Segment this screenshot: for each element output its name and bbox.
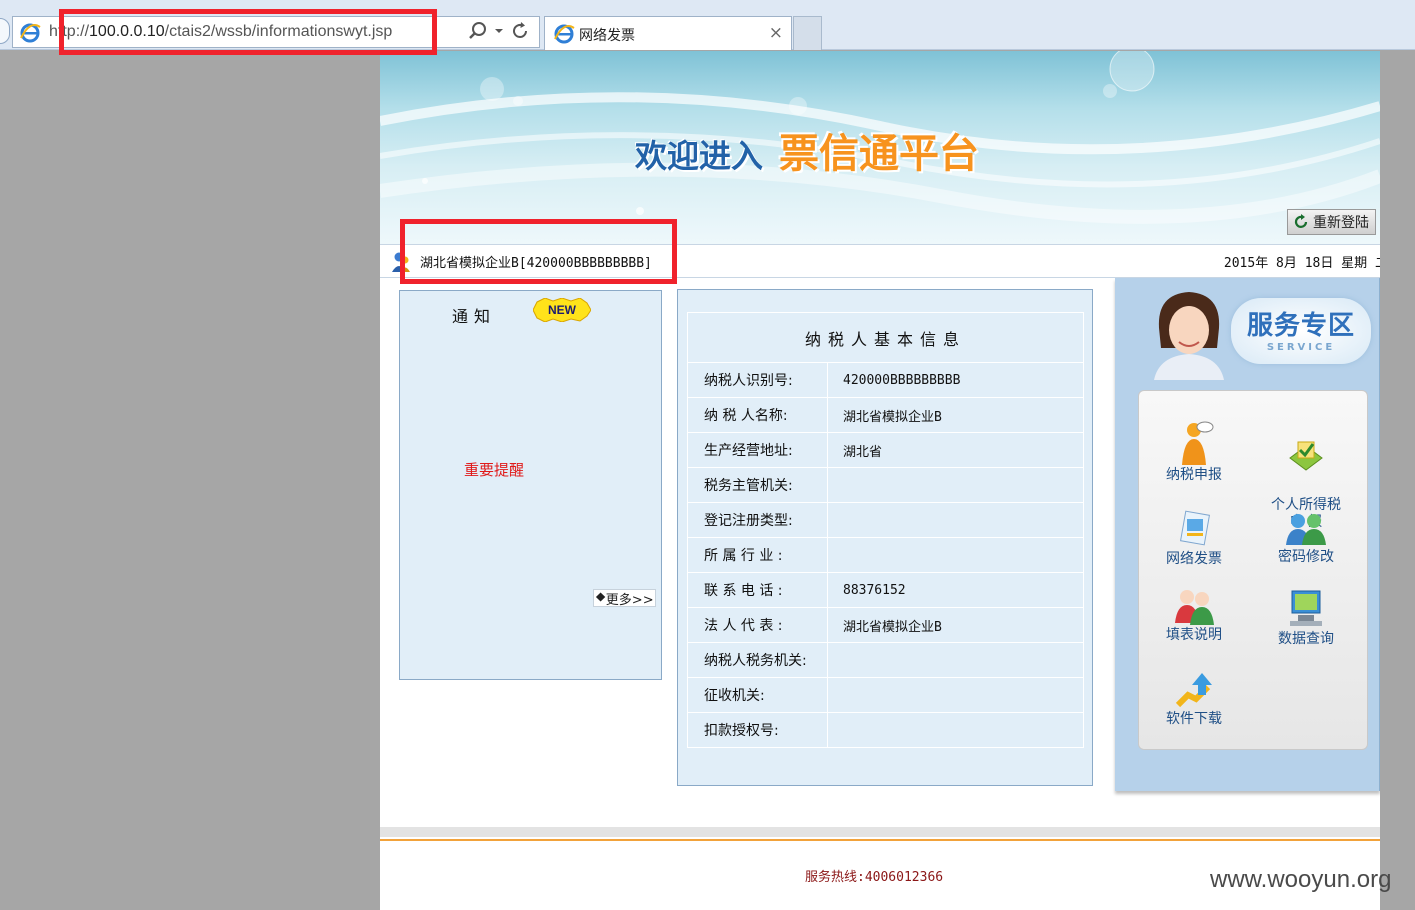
more-label: 更多>> <box>605 592 654 608</box>
table-row: 所 属 行 业 : <box>687 537 1084 573</box>
taxpayer-info-panel: 纳税人基本信息 纳税人识别号: 420000BBBBBBBBB 纳 税 人名称: 湖… <box>677 289 1093 786</box>
field-label: 扣款授权号: <box>687 712 828 748</box>
service-item-software-download[interactable]: 软件下载 <box>1139 669 1249 728</box>
field-value <box>827 712 1084 748</box>
footer-divider <box>380 827 1380 837</box>
person-tax-icon <box>1182 421 1214 465</box>
hotline-label: 服务热线: <box>805 870 865 885</box>
table-row: 纳 税 人名称: 湖北省模拟企业B <box>687 397 1084 433</box>
service-menu: 纳税申报 个人所得税 申 报 网络发票 <box>1138 390 1368 750</box>
banner-title: 欢迎进入 票信通平台 <box>635 121 979 179</box>
service-zone-badge: 服务专区 SERVICE <box>1231 298 1371 364</box>
field-label: 纳税人税务机关: <box>687 642 828 678</box>
invoice-icon <box>1179 510 1211 546</box>
service-item-data-query[interactable]: 数据查询 <box>1251 587 1361 648</box>
field-value <box>827 537 1084 573</box>
field-label: 纳 税 人名称: <box>687 397 828 433</box>
service-hotline: 服务热线:4006012366 <box>805 866 943 885</box>
data-query-icon <box>1290 590 1322 626</box>
field-label: 生产经营地址: <box>687 432 828 468</box>
service-item-label: 纳税申报 <box>1166 467 1222 483</box>
field-label: 登记注册类型: <box>687 502 828 538</box>
field-value: 湖北省模拟企业B <box>827 607 1084 643</box>
field-value <box>827 502 1084 538</box>
taxpayer-info-table: 纳税人基本信息 纳税人识别号: 420000BBBBBBBBB 纳 税 人名称: 湖… <box>687 312 1084 748</box>
field-label: 纳税人识别号: <box>687 362 828 398</box>
service-area: 服务专区 SERVICE 纳税申报 个人所得税 申 报 <box>1115 278 1380 791</box>
table-row: 登记注册类型: <box>687 502 1084 538</box>
current-date: 2015年 8月 18日 星期 二 <box>1223 256 1380 271</box>
service-zone-title: 服务专区 <box>1246 311 1355 341</box>
hotline-number: 4006012366 <box>864 870 944 885</box>
banner-welcome-text: 欢迎进入 <box>635 137 764 175</box>
service-item-label: 网络发票 <box>1166 551 1222 567</box>
banner-platform-text: 票信通平台 <box>779 131 980 177</box>
service-item-label: 软件下载 <box>1166 711 1222 727</box>
new-badge-icon: NEW <box>533 298 591 322</box>
field-value <box>827 677 1084 713</box>
service-zone-subtitle: SERVICE <box>1266 342 1336 353</box>
field-value: 88376152 <box>827 572 1084 608</box>
field-value: 420000BBBBBBBBB <box>827 362 1084 398</box>
field-label: 征收机关: <box>687 677 828 713</box>
table-row: 税务主管机关: <box>687 467 1084 503</box>
new-badge-text: NEW <box>548 303 577 317</box>
service-agent-avatar <box>1154 292 1224 380</box>
form-guide-icon <box>1175 590 1214 625</box>
field-label: 所 属 行 业 : <box>687 537 828 573</box>
service-item-form-guide[interactable]: 填表说明 <box>1139 587 1249 644</box>
highlight-box-company <box>400 219 677 284</box>
field-value: 湖北省 <box>827 432 1084 468</box>
search-icon[interactable] <box>468 21 488 41</box>
field-label: 联 系 电 话 : <box>687 572 828 608</box>
service-item-label: 数据查询 <box>1278 631 1334 647</box>
field-label: 税务主管机关: <box>687 467 828 503</box>
welcome-banner: 欢迎进入 票信通平台 重新登陆 <box>380 51 1380 244</box>
service-item-tax-declaration[interactable]: 纳税申报 <box>1139 421 1249 484</box>
service-item-change-password[interactable]: 密码修改 <box>1251 509 1361 566</box>
table-row: 生产经营地址: 湖北省 <box>687 432 1084 468</box>
back-button[interactable] <box>0 18 10 44</box>
table-row: 法 人 代 表 : 湖北省模拟企业B <box>687 607 1084 643</box>
field-value <box>827 467 1084 503</box>
service-item-label: 密码修改 <box>1278 549 1334 565</box>
page-content: 欢迎进入 票信通平台 重新登陆 湖北省模拟企业B[420000BBBBBBBBB]… <box>380 51 1380 910</box>
footer-accent-line <box>380 839 1380 841</box>
relogin-label: 重新登陆 <box>1313 215 1369 231</box>
service-item-network-invoice[interactable]: 网络发票 <box>1139 509 1249 568</box>
refresh-icon <box>1294 214 1308 228</box>
close-icon[interactable]: × <box>769 23 783 43</box>
password-icon <box>1286 514 1326 545</box>
ie-logo-icon <box>20 23 41 43</box>
income-tax-icon <box>1289 441 1323 471</box>
watermark-text: www.wooyun.org <box>1210 866 1392 893</box>
table-row: 扣款授权号: <box>687 712 1084 748</box>
new-tab-button[interactable] <box>793 16 822 50</box>
tab-title: 网络发票 <box>579 28 635 44</box>
service-item-label: 填表说明 <box>1166 627 1222 643</box>
field-value <box>827 642 1084 678</box>
address-tools <box>468 21 530 41</box>
table-row: 征收机关: <box>687 677 1084 713</box>
relogin-button[interactable]: 重新登陆 <box>1287 209 1376 235</box>
notice-panel: 通知 NEW 重要提醒 ⯁ 更多>> <box>399 290 662 680</box>
table-row: 联 系 电 话 :88376152 <box>687 572 1084 608</box>
download-icon <box>1175 673 1212 708</box>
taxpayer-info-heading: 纳税人基本信息 <box>687 312 1084 363</box>
tab-network-invoice[interactable]: 网络发票 × <box>544 16 792 50</box>
field-value: 湖北省模拟企业B <box>827 397 1084 433</box>
table-row: 纳税人识别号: 420000BBBBBBBBB <box>687 362 1084 398</box>
table-row: 纳税人税务机关: <box>687 642 1084 678</box>
chevron-down-icon[interactable] <box>494 26 504 36</box>
highlight-box-url <box>59 9 437 55</box>
important-notice-link[interactable]: 重要提醒 <box>464 459 524 480</box>
field-label: 法 人 代 表 : <box>687 607 828 643</box>
refresh-icon[interactable] <box>510 21 530 41</box>
ie-logo-icon <box>554 24 575 44</box>
more-button[interactable]: ⯁ 更多>> <box>593 589 656 608</box>
more-arrow-icon: ⯁ <box>595 590 606 606</box>
notice-title: 通知 <box>452 307 497 326</box>
